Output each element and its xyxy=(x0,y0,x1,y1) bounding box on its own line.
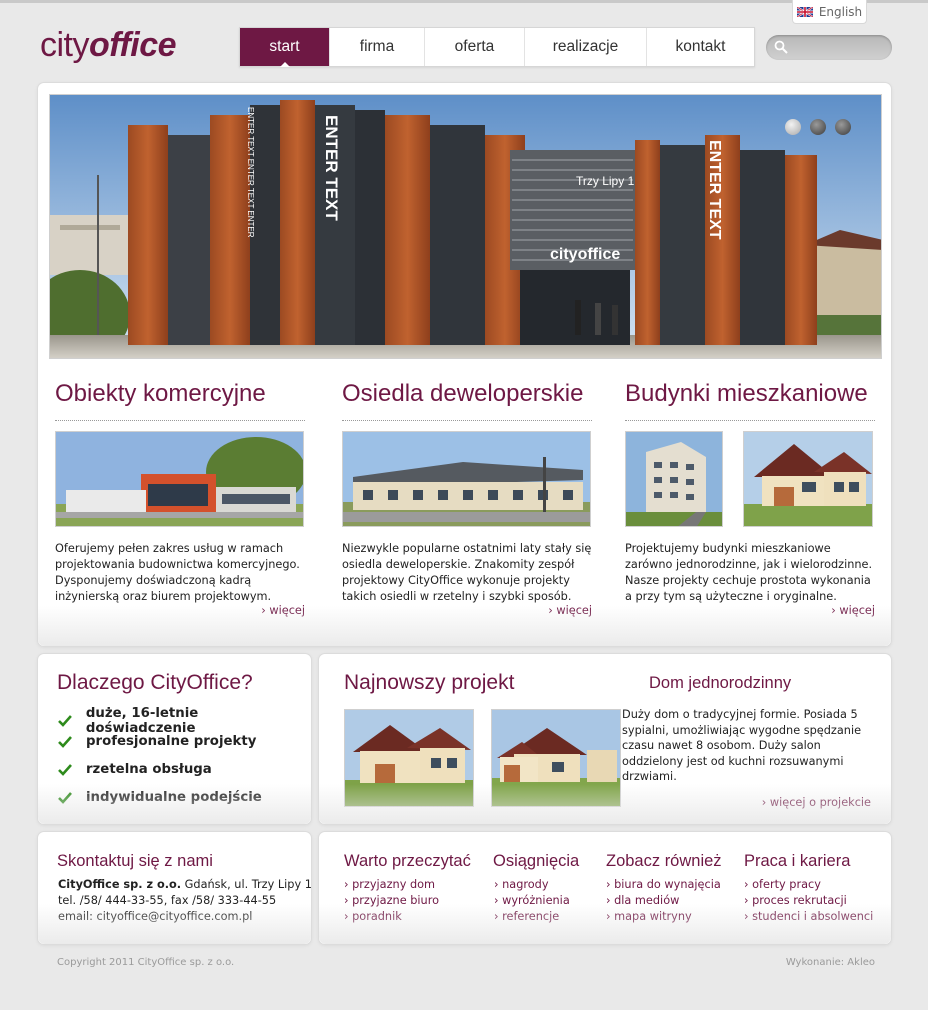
featured-panel: Trzy Lipy 1 cityoffice ENTER TEXT ENTER … xyxy=(37,82,892,647)
why-item: duże, 16-letnie doświadczenie xyxy=(58,706,311,736)
banner-slideshow[interactable]: Trzy Lipy 1 cityoffice ENTER TEXT ENTER … xyxy=(49,94,882,359)
links-title-see-also: Zobacz również xyxy=(606,852,722,870)
banner-brand-text: cityoffice xyxy=(550,246,620,263)
slide-dot-3[interactable] xyxy=(835,119,851,135)
language-label: English xyxy=(818,4,863,19)
search-box xyxy=(766,35,892,60)
link-item[interactable]: dla mediów xyxy=(606,893,721,909)
top-border-line xyxy=(0,0,928,3)
link-item[interactable]: przyjazne biuro xyxy=(344,893,439,909)
footer-copyright: Copyright 2011 CityOffice sp. z o.o. xyxy=(57,957,235,968)
housing-estate-image[interactable] xyxy=(342,431,591,527)
column-title[interactable]: Obiekty komercyjne xyxy=(55,380,305,421)
main-nav: start firma oferta realizacje kontakt xyxy=(239,27,755,67)
why-title: Dlaczego CityOffice? xyxy=(57,671,253,694)
link-item[interactable]: biura do wynajęcia xyxy=(606,877,721,893)
link-item[interactable]: oferty pracy xyxy=(744,877,873,893)
checkmark-icon xyxy=(58,791,72,804)
checkmark-icon xyxy=(58,735,72,748)
column-title[interactable]: Osiedla deweloperskie xyxy=(342,380,592,421)
why-item-label: duże, 16-letnie doświadczenie xyxy=(85,706,199,736)
links-list-read: przyjazny dom przyjazne biuro poradnik xyxy=(344,877,439,925)
why-panel: Dlaczego CityOffice? duże, 16-letnie doś… xyxy=(37,653,312,825)
why-item: indywidualne podejście xyxy=(58,790,262,805)
links-list-see-also: biura do wynajęcia dla mediów mapa witry… xyxy=(606,877,721,925)
contact-title: Skontaktuj się z nami xyxy=(57,852,213,870)
links-title-careers: Praca i kariera xyxy=(744,852,851,870)
link-item[interactable]: mapa witryny xyxy=(606,909,721,925)
latest-project-panel: Najnowszy projekt Dom jednorodzinny Duży… xyxy=(318,653,892,825)
latest-project-more-link[interactable]: więcej o projekcie xyxy=(762,796,871,809)
banner-sign-text: Trzy Lipy 1 xyxy=(576,174,635,188)
more-link[interactable]: więcej xyxy=(261,604,305,617)
links-list-achievements: nagrody wyróżnienia referencje xyxy=(494,877,570,925)
commercial-building-image[interactable] xyxy=(55,431,304,527)
latest-project-text: Duży dom o tradycyjnej formie. Posiada 5… xyxy=(622,708,862,783)
link-item[interactable]: studenci i absolwenci xyxy=(744,909,873,925)
nav-item-realizacje[interactable]: realizacje xyxy=(525,28,647,66)
contact-email[interactable]: email: cityoffice@cityoffice.com.pl xyxy=(58,909,312,925)
link-item[interactable]: wyróżnienia xyxy=(494,893,570,909)
slide-dot-2[interactable] xyxy=(810,119,826,135)
link-item[interactable]: przyjazny dom xyxy=(344,877,439,893)
link-item[interactable]: nagrody xyxy=(494,877,570,893)
contact-company: CityOffice sp. z o.o. xyxy=(58,878,182,891)
why-item-label: profesjonalne projekty xyxy=(86,734,257,749)
banner-enter-text-1: ENTER TEXT xyxy=(322,115,341,221)
banner-building-image: Trzy Lipy 1 cityoffice ENTER TEXT ENTER … xyxy=(50,95,881,358)
link-item[interactable]: referencje xyxy=(494,909,570,925)
links-panel: Warto przeczytać przyjazny dom przyjazne… xyxy=(318,831,892,945)
slide-indicators xyxy=(785,119,851,135)
nav-item-oferta[interactable]: oferta xyxy=(425,28,525,66)
contact-phone: tel. /58/ 444-33-55, fax /58/ 333-44-55 xyxy=(58,894,277,907)
column-commercial: Obiekty komercyjne Oferujemy pełen zakre… xyxy=(55,380,305,617)
column-text: Oferujemy pełen zakres usług w ramach pr… xyxy=(55,542,300,603)
contact-panel: Skontaktuj się z nami CityOffice sp. z o… xyxy=(37,831,312,945)
column-text: Projektujemy budynki mieszkaniowe zarówn… xyxy=(625,542,873,603)
slide-dot-1[interactable] xyxy=(785,119,801,135)
nav-item-start[interactable]: start xyxy=(240,28,330,67)
links-title-achievements: Osiągnięcia xyxy=(493,852,580,870)
contact-details: CityOffice sp. z o.o. Gdańsk, ul. Trzy L… xyxy=(58,877,312,925)
checkmark-icon xyxy=(58,715,72,727)
column-text: Niezwykle popularne ostatnimi laty stały… xyxy=(342,542,592,603)
logo-text-office: office xyxy=(89,26,177,64)
uk-flag-icon xyxy=(796,6,813,17)
link-item[interactable]: proces rekrutacji xyxy=(744,893,873,909)
footer-credit[interactable]: Wykonanie: Akleo xyxy=(786,957,875,968)
latest-project-subtitle[interactable]: Dom jednorodzinny xyxy=(649,674,791,693)
links-list-careers: oferty pracy proces rekrutacji studenci … xyxy=(744,877,873,925)
single-family-house-image[interactable] xyxy=(743,431,873,527)
banner-enter-text-small: ENTER TEXT ENTER TEXT ENTER xyxy=(246,107,255,238)
column-title[interactable]: Budynki mieszkaniowe xyxy=(625,380,875,421)
search-input[interactable] xyxy=(792,38,886,57)
language-switch[interactable]: English xyxy=(792,0,867,24)
why-item: profesjonalne projekty xyxy=(58,734,256,749)
latest-project-image-1[interactable] xyxy=(344,709,474,807)
checkmark-icon xyxy=(58,763,72,776)
nav-item-firma[interactable]: firma xyxy=(330,28,425,66)
links-title-read: Warto przeczytać xyxy=(344,852,471,870)
column-developer: Osiedla deweloperskie Niezwykle popularn… xyxy=(342,380,592,617)
search-icon[interactable] xyxy=(774,40,788,54)
why-item: rzetelna obsługa xyxy=(58,762,212,777)
logo[interactable]: cityoffice xyxy=(40,26,177,65)
contact-address: Gdańsk, ul. Trzy Lipy 1 xyxy=(181,878,312,891)
banner-enter-text-2: ENTER TEXT xyxy=(706,140,723,240)
link-item[interactable]: poradnik xyxy=(344,909,439,925)
logo-text-city: city xyxy=(40,26,90,64)
more-link[interactable]: więcej xyxy=(548,604,592,617)
why-item-label: rzetelna obsługa xyxy=(86,762,212,777)
latest-project-title: Najnowszy projekt xyxy=(344,671,515,694)
nav-item-kontakt[interactable]: kontakt xyxy=(647,28,754,66)
apartment-block-image[interactable] xyxy=(625,431,723,527)
why-item-label: indywidualne podejście xyxy=(86,790,262,805)
more-link[interactable]: więcej xyxy=(831,604,875,617)
latest-project-image-2[interactable] xyxy=(491,709,621,807)
column-residential: Budynki mieszkaniowe Projektujemy budynk… xyxy=(625,380,875,617)
